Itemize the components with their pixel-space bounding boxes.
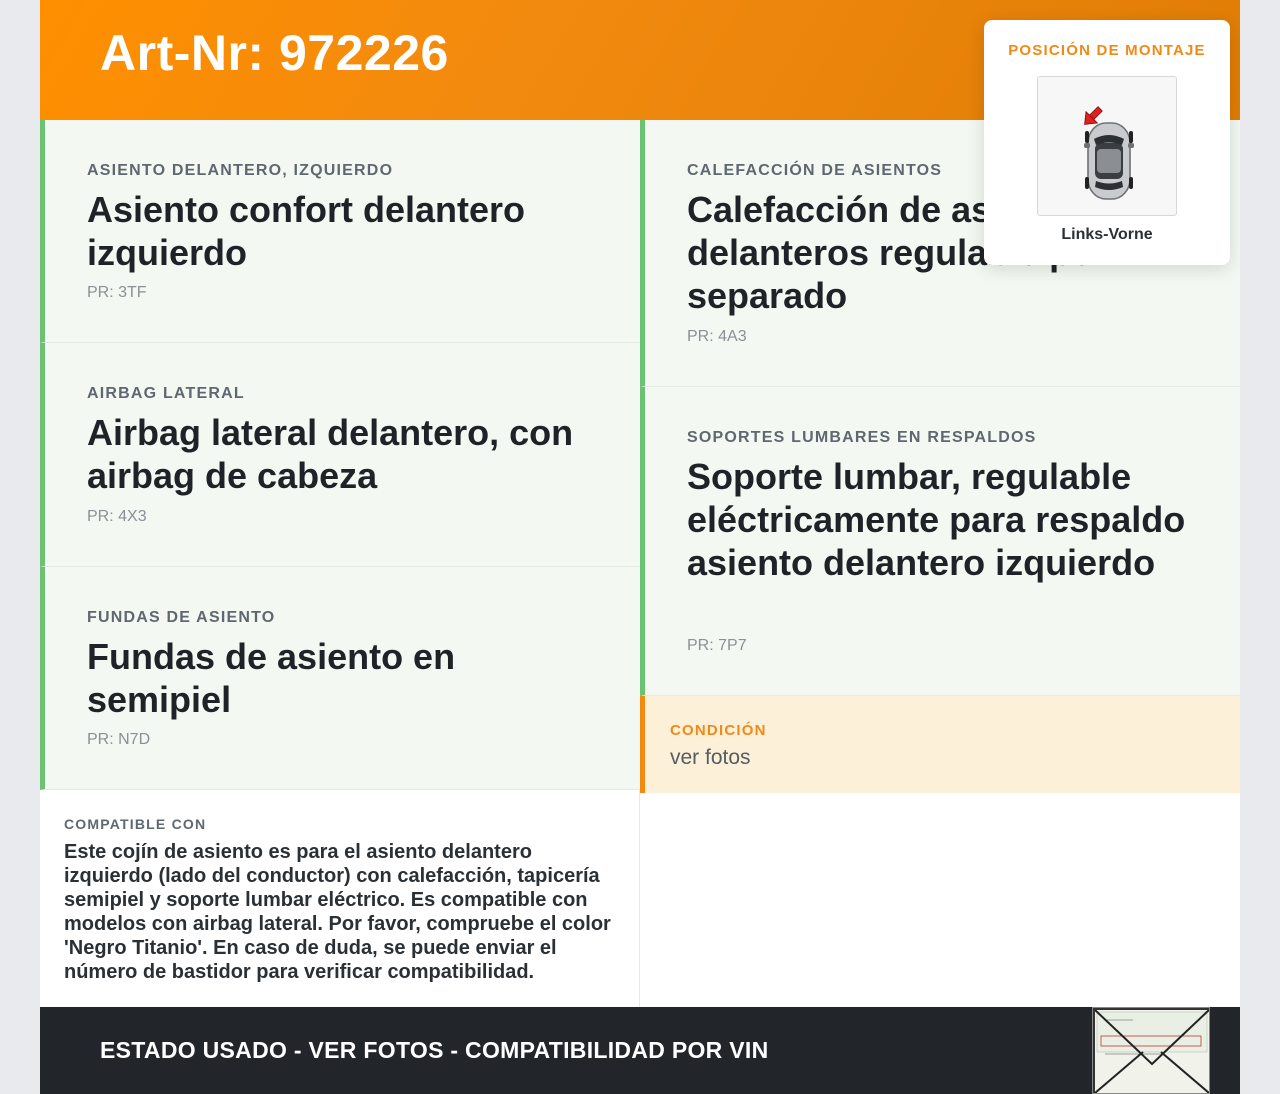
- feature-title: Airbag lateral delantero, con airbag de …: [87, 412, 574, 496]
- product-sheet: Art-Nr: 972226 ASIENTO DELANTERO, IZQUIE…: [40, 0, 1240, 1094]
- article-number-title: Art-Nr: 972226: [100, 25, 449, 81]
- mounting-position-panel: POSICIÓN DE MONTAJE Links-Vorne: [984, 20, 1230, 265]
- feature-pr-code: PR: 4A3: [687, 328, 747, 345]
- condition-card: CONDICIÓN ver fotos: [640, 696, 1240, 793]
- feature-pr-code: PR: 7P7: [687, 637, 747, 654]
- feature-category: AIRBAG LATERAL: [87, 385, 245, 402]
- feature-card: SOPORTES LUMBARES EN RESPALDOS Soporte l…: [640, 387, 1240, 696]
- mounting-position-value: Links-Vorne: [1061, 226, 1153, 243]
- footer-text: ESTADO USADO - VER FOTOS - COMPATIBILIDA…: [100, 1037, 769, 1063]
- feature-card: AIRBAG LATERAL Airbag lateral delantero,…: [40, 343, 640, 567]
- feature-category: ASIENTO DELANTERO, IZQUIERDO: [87, 162, 394, 179]
- feature-pr-code: PR: 3TF: [87, 284, 147, 301]
- feature-category: SOPORTES LUMBARES EN RESPALDOS: [687, 429, 1037, 446]
- feature-title: Soporte lumbar, regulable eléctricamente…: [687, 456, 1186, 583]
- footer-bar: ESTADO USADO - VER FOTOS - COMPATIBILIDA…: [40, 1007, 1240, 1094]
- feature-card: FUNDAS DE ASIENTO Fundas de asiento en s…: [40, 567, 640, 790]
- feature-title: Fundas de asiento en semipiel: [87, 636, 456, 720]
- compatibility-label: COMPATIBLE CON: [64, 816, 207, 832]
- compatibility-section: COMPATIBLE CON Este cojín de asiento es …: [40, 790, 640, 1007]
- feature-category: FUNDAS DE ASIENTO: [87, 609, 276, 626]
- feature-category: CALEFACCIÓN DE ASIENTOS: [687, 162, 943, 179]
- document-envelope-image: [1092, 1007, 1210, 1094]
- condition-value: ver fotos: [670, 746, 751, 769]
- mounting-position-label: POSICIÓN DE MONTAJE: [1008, 42, 1206, 59]
- feature-pr-code: PR: N7D: [87, 731, 151, 748]
- feature-title: Asiento confort delantero izquierdo: [87, 189, 526, 273]
- feature-pr-code: PR: 4X3: [87, 508, 147, 525]
- envelope-icon: [1093, 1008, 1209, 1093]
- car-top-view-icon: [1084, 106, 1134, 200]
- mounting-position-image: [1037, 76, 1177, 216]
- condition-label: CONDICIÓN: [670, 722, 767, 739]
- compatibility-text: Este cojín de asiento es para el asiento…: [64, 841, 611, 983]
- feature-card: ASIENTO DELANTERO, IZQUIERDO Asiento con…: [40, 120, 640, 343]
